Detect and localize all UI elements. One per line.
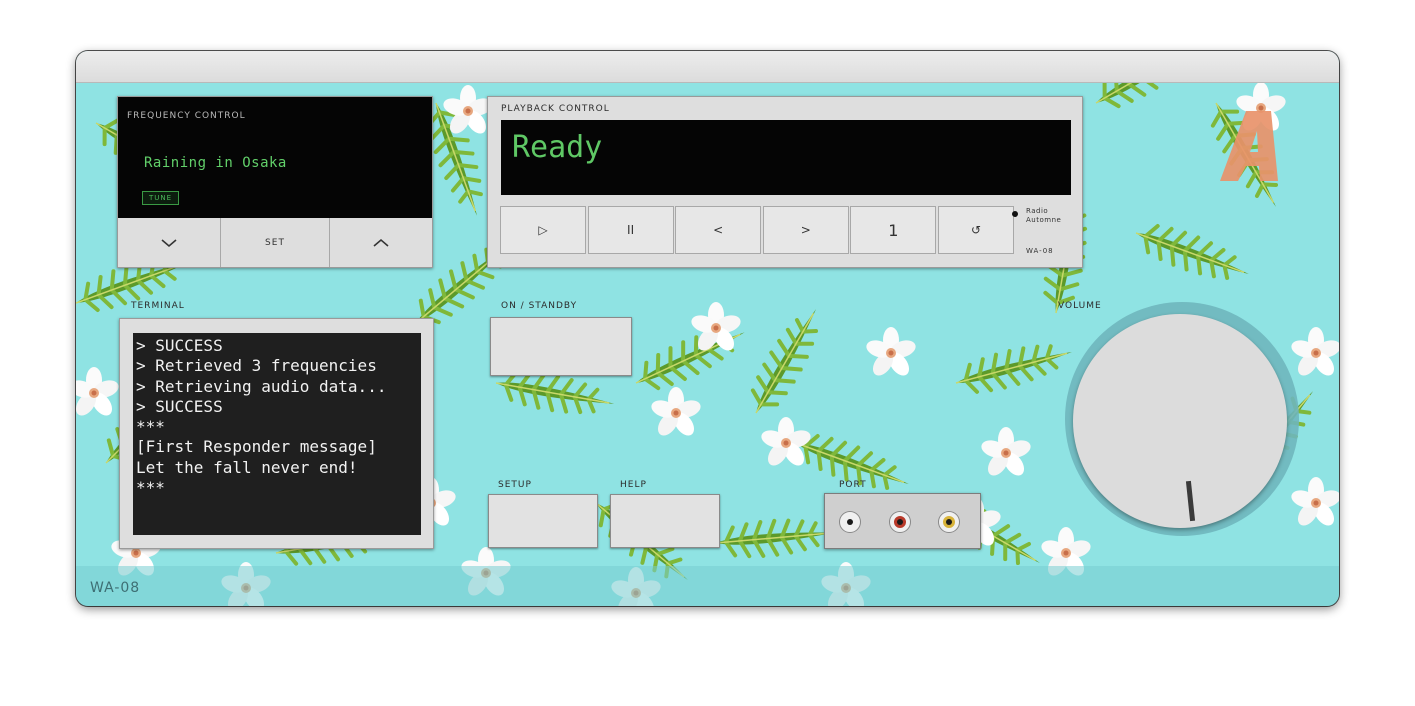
terminal-label: TERMINAL (131, 301, 185, 311)
model-label: WA-08 (90, 580, 141, 596)
bottom-strip (76, 566, 1339, 606)
playback-buttons: ▷ II < > 1 ↺ (500, 206, 1016, 254)
play-button[interactable]: ▷ (500, 206, 586, 254)
help-button[interactable] (610, 494, 720, 548)
frequency-display: FREQUENCY CONTROL Raining in Osaka TUNE (118, 97, 432, 218)
port-label: PORT (839, 480, 867, 490)
standby-button[interactable] (490, 317, 632, 376)
playback-status: Ready (512, 130, 603, 165)
frequency-up-button[interactable] (330, 218, 432, 267)
frequency-control-panel: FREQUENCY CONTROL Raining in Osaka TUNE … (117, 96, 433, 268)
frequency-down-button[interactable] (118, 218, 221, 267)
previous-button[interactable]: < (675, 206, 762, 254)
frequency-control-label: FREQUENCY CONTROL (127, 111, 246, 121)
playback-control-panel: PLAYBACK CONTROL Ready ▷ II < > 1 ↺ Radi… (487, 96, 1083, 268)
terminal-screen: > SUCCESS > Retrieved 3 frequencies > Re… (133, 333, 421, 535)
terminal-line: > SUCCESS (136, 336, 223, 355)
standby-label: ON / STANDBY (501, 301, 578, 311)
terminal-panel: > SUCCESS > Retrieved 3 frequencies > Re… (119, 318, 434, 549)
volume-label: VOLUME (1058, 301, 1102, 311)
return-button[interactable]: ↺ (937, 206, 1014, 254)
preset-one-button[interactable]: 1 (850, 206, 937, 254)
tune-badge: TUNE (142, 191, 180, 205)
playback-control-label: PLAYBACK CONTROL (501, 104, 610, 114)
terminal-line: > SUCCESS (136, 396, 223, 416)
chevron-down-icon (161, 238, 177, 247)
top-bar (76, 51, 1339, 83)
indicator-dot (1012, 211, 1018, 217)
red-jack[interactable] (890, 512, 910, 532)
terminal-line: *** (136, 478, 165, 498)
pause-button[interactable]: II (587, 206, 674, 254)
radio-device: WA-08 FREQUENCY CONTROL Raining in Osaka… (76, 51, 1339, 606)
terminal-line: *** (136, 417, 165, 437)
terminal-line: [First Responder message] (136, 437, 377, 457)
brand-name: Radio Automne (1026, 207, 1061, 225)
setup-button[interactable] (488, 494, 598, 548)
brand-model: WA-08 (1026, 247, 1054, 255)
brand-line-1: Radio (1026, 207, 1049, 215)
setup-label: SETUP (498, 480, 532, 490)
brand-line-2: Automne (1026, 216, 1062, 224)
brand-logo (1220, 111, 1278, 181)
next-button[interactable]: > (762, 206, 849, 254)
frequency-buttons: SET (118, 218, 432, 267)
terminal-line: > Retrieved 3 frequencies (136, 356, 377, 376)
station-name: Raining in Osaka (144, 155, 287, 171)
port-panel (824, 493, 981, 549)
volume-knob[interactable] (1073, 314, 1287, 528)
help-label: HELP (620, 480, 647, 490)
terminal-line: > Retrieving audio data... (136, 376, 387, 396)
white-jack[interactable] (840, 512, 860, 532)
set-button[interactable]: SET (221, 218, 330, 267)
playback-display: Ready (501, 120, 1071, 195)
terminal-line: Let the fall never end! (136, 457, 358, 477)
chevron-up-icon (373, 238, 389, 247)
yellow-jack[interactable] (939, 512, 959, 532)
